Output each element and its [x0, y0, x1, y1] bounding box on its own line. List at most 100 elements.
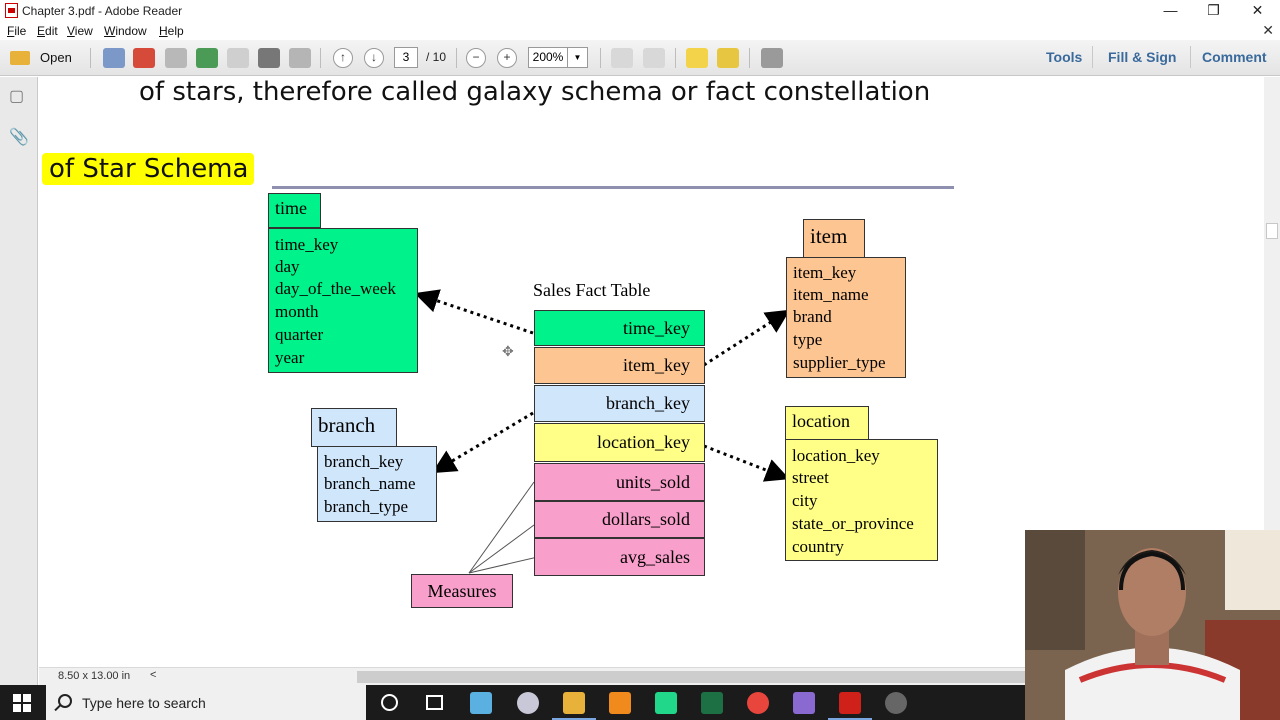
branch-field: branch_type — [324, 497, 409, 516]
tools-button[interactable]: Tools — [1046, 49, 1082, 65]
fact-row-location-key: location_key — [534, 423, 705, 462]
time-field: day — [275, 257, 300, 276]
branch-table-header: branch — [311, 408, 397, 447]
menu-help[interactable]: Help — [159, 24, 184, 38]
page-thumbnails-icon[interactable]: ▢ — [9, 86, 27, 106]
toolbar-divider — [320, 48, 321, 68]
toolbar-divider — [90, 48, 91, 68]
task-view-icon[interactable] — [426, 695, 443, 710]
restore-button[interactable]: ❐ — [1191, 0, 1236, 22]
zoom-out-icon[interactable]: − — [466, 48, 486, 68]
save-icon[interactable] — [227, 48, 249, 68]
upload-cloud-icon[interactable] — [196, 48, 218, 68]
page-total: / 10 — [426, 50, 447, 64]
window-title: Chapter 3.pdf - Adobe Reader — [22, 4, 183, 18]
location-table: location_key street city state_or_provin… — [785, 439, 938, 561]
cortana-icon[interactable] — [381, 694, 398, 711]
adobe-reader-taskbar-icon[interactable] — [839, 692, 861, 714]
scrollbar-thumb[interactable] — [1266, 223, 1278, 239]
page-heading: of stars, therefore called galaxy schema… — [139, 77, 931, 107]
item-field: item_name — [793, 285, 869, 304]
attachments-icon[interactable]: 📎 — [9, 127, 29, 147]
branch-connector — [431, 411, 534, 474]
toolbar-divider — [456, 48, 457, 68]
location-field: location_key — [792, 446, 880, 465]
zoom-input[interactable]: 200% — [528, 47, 568, 68]
create-pdf-icon[interactable] — [103, 48, 125, 68]
menu-bar: File Edit View Window Help ✕ — [0, 22, 1280, 40]
branch-table: branch_key branch_name branch_type — [317, 446, 437, 522]
taskbar-search-box[interactable]: Type here to search — [46, 685, 366, 720]
measures-pointer — [468, 524, 535, 574]
minimize-button[interactable]: — — [1148, 0, 1193, 22]
location-field: state_or_province — [792, 514, 914, 533]
page-size-label: 8.50 x 13.00 in — [58, 670, 131, 682]
fact-table-title: Sales Fact Table — [533, 280, 651, 300]
previous-page-icon[interactable]: ↑ — [333, 48, 353, 68]
taskbar-app-icon[interactable] — [470, 692, 492, 714]
sticky-note-icon[interactable] — [686, 48, 708, 68]
close-window-button[interactable]: ✕ — [1235, 0, 1280, 22]
horizontal-rule — [272, 186, 954, 189]
menu-window[interactable]: Window — [104, 24, 147, 38]
comment-button[interactable]: Comment — [1202, 49, 1267, 65]
item-field: type — [793, 330, 823, 349]
menu-view[interactable]: View — [67, 24, 93, 38]
taskbar-paint-icon[interactable] — [517, 692, 539, 714]
toolbar: Open ↑ ↓ − + — [0, 40, 1280, 76]
toolbar-divider — [749, 48, 750, 68]
toolbar-divider — [600, 48, 601, 68]
item-table-header: item — [803, 219, 865, 258]
chevron-left-icon[interactable]: < — [150, 669, 156, 681]
item-table: item_key item_name brand type supplier_t… — [786, 257, 906, 378]
time-field: time_key — [275, 235, 339, 254]
email-icon[interactable] — [289, 48, 311, 68]
menu-edit[interactable]: Edit — [37, 24, 58, 38]
fact-row-time-key: time_key — [534, 310, 705, 346]
export-pdf-icon[interactable] — [133, 48, 155, 68]
excel-icon[interactable] — [701, 692, 723, 714]
folder-icon — [10, 51, 30, 65]
adobe-reader-icon — [5, 3, 18, 18]
git-icon[interactable] — [793, 692, 815, 714]
branch-field: branch_key — [324, 452, 404, 471]
fit-page-icon[interactable] — [611, 48, 633, 68]
fact-row-item-key: item_key — [534, 347, 705, 384]
next-page-icon[interactable]: ↓ — [364, 48, 384, 68]
fill-sign-button[interactable]: Fill & Sign — [1108, 49, 1176, 65]
time-table-header: time — [268, 193, 321, 228]
zoom-dropdown-icon[interactable]: ▼ — [568, 47, 588, 68]
pycharm-icon[interactable] — [655, 692, 677, 714]
obs-icon[interactable] — [885, 692, 907, 714]
time-table: time_key day day_of_the_week month quart… — [268, 228, 418, 373]
edit-pdf-icon[interactable] — [165, 48, 187, 68]
print-icon[interactable] — [258, 48, 280, 68]
fact-row-units-sold: units_sold — [534, 463, 705, 501]
windows-taskbar: Type here to search — [0, 685, 1025, 720]
close-document-icon[interactable]: ✕ — [1262, 22, 1274, 39]
location-connector — [703, 444, 790, 482]
horizontal-scrollbar-thumb[interactable] — [357, 671, 1057, 683]
menu-file[interactable]: File — [7, 24, 26, 38]
chrome-icon[interactable] — [747, 692, 769, 714]
fact-row-avg-sales: avg_sales — [534, 538, 705, 576]
page-number-input[interactable]: 3 — [394, 47, 418, 68]
sublime-text-icon[interactable] — [609, 692, 631, 714]
time-field: year — [275, 348, 305, 367]
highlight-text-icon[interactable] — [717, 48, 739, 68]
location-field: country — [792, 537, 844, 556]
file-explorer-icon[interactable] — [563, 692, 585, 714]
fullscreen-icon[interactable] — [761, 48, 783, 68]
toolbar-divider — [1190, 46, 1191, 68]
navigation-pane: ▢ 📎 — [0, 77, 38, 685]
windows-start-icon[interactable] — [13, 694, 31, 712]
fact-row-dollars-sold: dollars_sold — [534, 501, 705, 538]
item-field: brand — [793, 307, 832, 326]
zoom-in-icon[interactable]: + — [497, 48, 517, 68]
webcam-video-feed — [1025, 530, 1280, 720]
time-connector — [414, 289, 534, 335]
toolbar-divider — [675, 48, 676, 68]
title-bar: Chapter 3.pdf - Adobe Reader — ❐ ✕ — [0, 0, 1280, 22]
item-field: supplier_type — [793, 353, 886, 372]
fit-width-icon[interactable] — [643, 48, 665, 68]
